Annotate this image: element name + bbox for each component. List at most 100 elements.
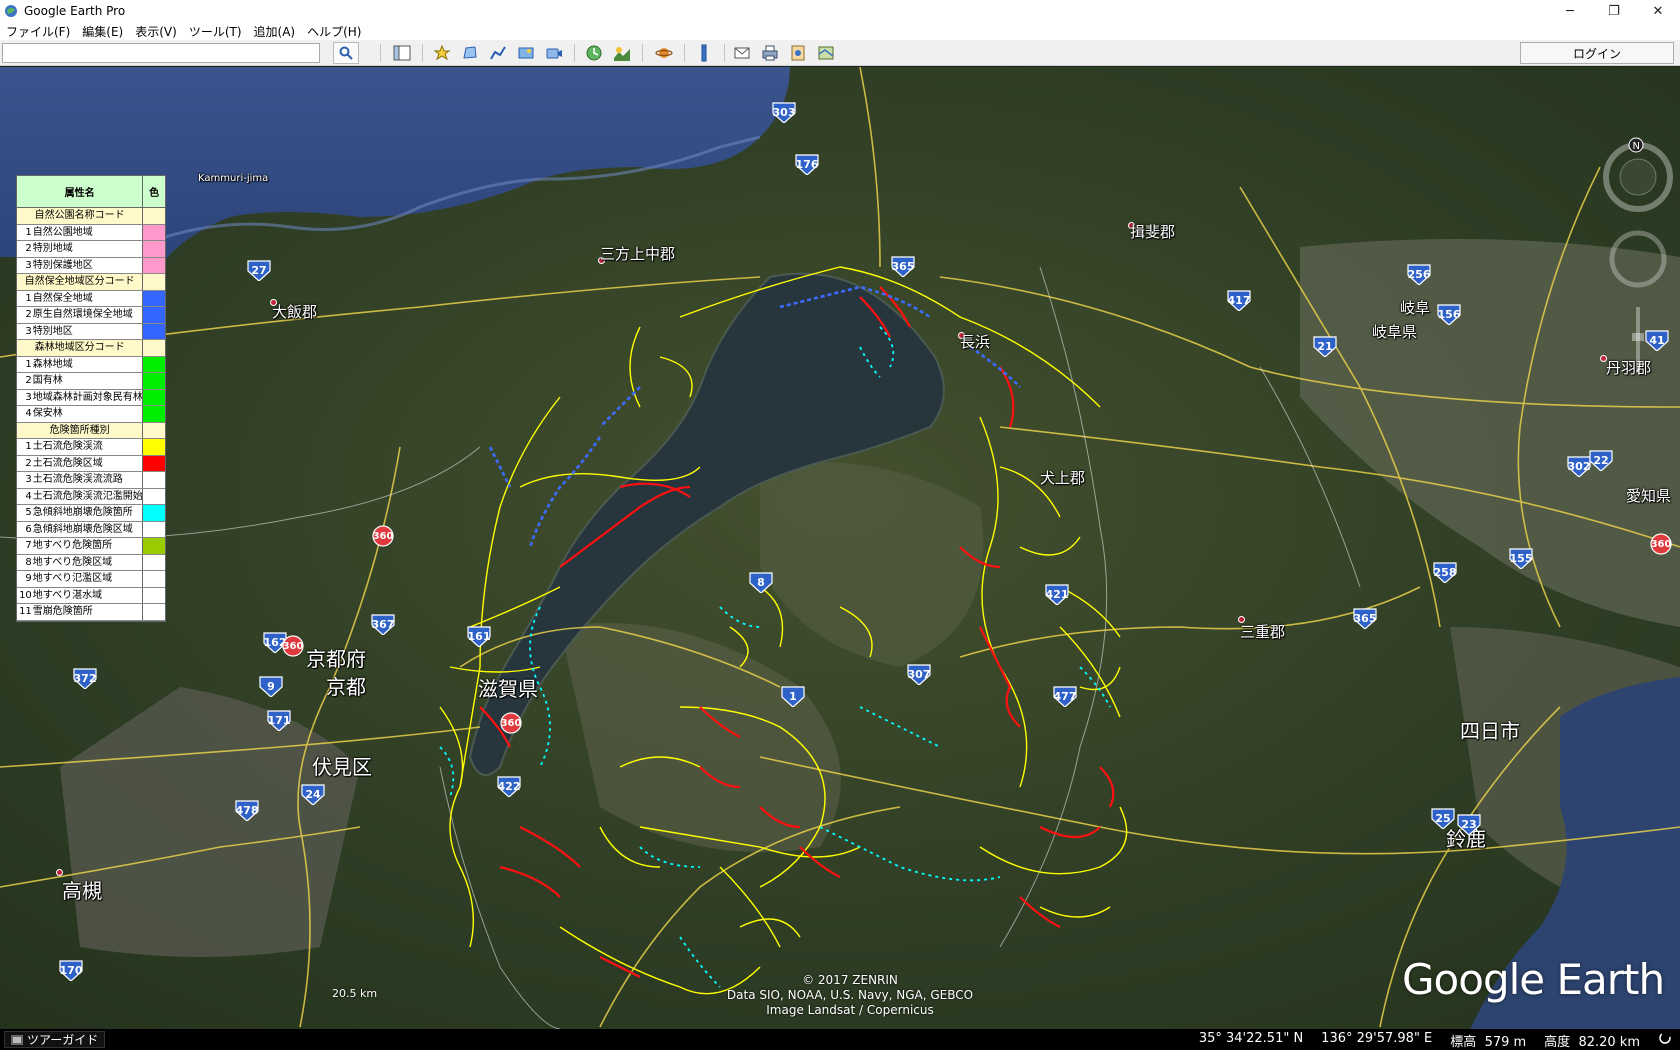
google-earth-logo: Google Earth (1402, 955, 1665, 1004)
legend-row-number: 4 (25, 408, 32, 419)
route-shield: 365 (1352, 607, 1378, 629)
place-label[interactable]: 愛知県 (1626, 485, 1671, 506)
legend-color-swatch (143, 406, 165, 422)
svg-text:N: N (1633, 141, 1640, 152)
place-label[interactable]: 高槻 (62, 875, 102, 904)
legend-row-label: 地域森林計画対象民有林 (33, 389, 144, 405)
legend-row-number: 1 (25, 441, 32, 452)
menu-edit[interactable]: 編集(E) (76, 23, 129, 40)
legend-row-number: 1 (25, 292, 32, 304)
place-label[interactable]: 大飯郡 (272, 301, 317, 322)
sidebar-toggle-button[interactable] (390, 42, 414, 64)
menu-view[interactable]: 表示(V) (129, 23, 183, 40)
historical-imagery-button[interactable] (582, 42, 606, 64)
route-shield: 307 (906, 663, 932, 685)
route-shield: 25 (1430, 807, 1456, 829)
place-label[interactable]: 揖斐郡 (1130, 221, 1175, 242)
satellite-terrain (0, 67, 1680, 1029)
ruler-button[interactable] (692, 42, 716, 64)
place-label[interactable]: 長浜 (960, 331, 990, 352)
sun-icon (614, 47, 630, 61)
menu-help[interactable]: ヘルプ(H) (301, 23, 367, 40)
search-button[interactable] (333, 42, 359, 64)
legend-row-number: 3 (25, 391, 32, 403)
legend-row: 2 土石流危険区域 (17, 455, 165, 472)
legend-color-swatch (143, 356, 165, 372)
search-input[interactable] (2, 43, 320, 63)
legend-row-number: 4 (25, 490, 32, 502)
email-icon (734, 47, 750, 59)
place-label[interactable]: 岐阜 (1400, 297, 1430, 318)
record-tour-button[interactable] (542, 42, 566, 64)
earth-map-view[interactable]: Kammuri-jima 三方上中郡 大飯郡 揖斐郡 長浜 岐阜 岐阜県 丹羽郡… (0, 67, 1680, 1029)
print-button[interactable] (758, 42, 782, 64)
legend-row-number: 3 (25, 325, 32, 337)
legend-color-swatch (143, 505, 165, 521)
menu-file[interactable]: ファイル(F) (0, 23, 76, 40)
place-label[interactable]: 伏見区 (312, 751, 372, 780)
legend-row-number: 3 (25, 474, 32, 485)
place-label[interactable]: 滋賀県 (478, 673, 538, 702)
add-path-button[interactable] (486, 42, 510, 64)
route-shield: 22 (1588, 449, 1614, 471)
legend-color-swatch (143, 389, 165, 405)
legend-row: 6 急傾斜地崩壊危険区域 (17, 521, 165, 538)
legend-color-swatch (143, 307, 165, 323)
toolbar: ログイン (0, 40, 1680, 66)
menu-add[interactable]: 追加(A) (248, 23, 302, 40)
add-placemark-button[interactable] (430, 42, 454, 64)
toolbar-separator (380, 44, 381, 62)
place-label[interactable]: 京都 (326, 671, 366, 700)
legend-color-swatch (143, 455, 165, 471)
legend-row-number: 5 (25, 507, 32, 518)
place-label[interactable]: Kammuri-jima (198, 173, 268, 184)
legend-row-label: 特別地域 (33, 241, 144, 257)
legend-category: 危険箇所種別 (17, 422, 165, 439)
legend-color-swatch (143, 257, 165, 273)
menu-tools[interactable]: ツール(T) (183, 23, 248, 40)
route-shield: 176 (794, 153, 820, 175)
navigation-control[interactable]: N (1596, 137, 1676, 377)
add-polygon-button[interactable] (458, 42, 482, 64)
place-label[interactable]: 犬上郡 (1040, 467, 1085, 488)
place-label[interactable]: 岐阜県 (1372, 321, 1417, 342)
record-tour-icon (546, 48, 562, 59)
sunlight-button[interactable] (610, 42, 634, 64)
tour-guide-label: ツアーガイド (27, 1033, 99, 1047)
legend-color-swatch (143, 521, 165, 537)
close-button[interactable]: ✕ (1636, 0, 1680, 22)
legend-row-label: 土石流危険区域 (33, 455, 144, 471)
add-image-overlay-button[interactable] (514, 42, 538, 64)
sidebar-icon (393, 45, 411, 61)
place-label[interactable]: 京都府 (306, 643, 366, 672)
route-shield: 155 (1508, 547, 1534, 569)
save-image-button[interactable] (786, 42, 810, 64)
maximize-button[interactable]: ❐ (1592, 0, 1636, 22)
legend-row: 10 地すべり湛水域 (17, 587, 165, 604)
planet-icon (655, 48, 673, 58)
route-shield: 8 (748, 571, 774, 593)
place-label[interactable]: 三方上中郡 (600, 243, 675, 264)
legend-category-swatch (143, 340, 165, 356)
email-button[interactable] (730, 42, 754, 64)
place-label[interactable]: 四日市 (1460, 715, 1520, 744)
route-shield: 365 (890, 255, 916, 277)
tour-guide-button[interactable]: ツアーガイド (4, 1031, 106, 1048)
legend-row-number: 2 (25, 309, 32, 320)
legend-row-label: 森林地域 (33, 356, 144, 372)
route-shield: 421 (1044, 583, 1070, 605)
status-bar: ツアーガイド 35° 34'22.51" N 136° 29'57.98" E … (0, 1029, 1680, 1050)
place-label[interactable]: 三重郡 (1240, 621, 1285, 642)
legend-row-label: 特別保護地区 (33, 257, 144, 273)
legend-row-number: 8 (25, 556, 32, 568)
view-in-maps-button[interactable] (814, 42, 838, 64)
route-shield: 367 (370, 613, 396, 635)
legend-color-swatch (143, 224, 165, 240)
route-shield: 1 (780, 685, 806, 707)
legend-row: 2 国有林 (17, 373, 165, 390)
route-shield: 156 (1436, 303, 1462, 325)
minimize-button[interactable]: ─ (1548, 0, 1592, 22)
legend-category: 森林地域区分コード (17, 340, 165, 357)
login-button[interactable]: ログイン (1520, 42, 1674, 64)
planets-button[interactable] (652, 42, 676, 64)
